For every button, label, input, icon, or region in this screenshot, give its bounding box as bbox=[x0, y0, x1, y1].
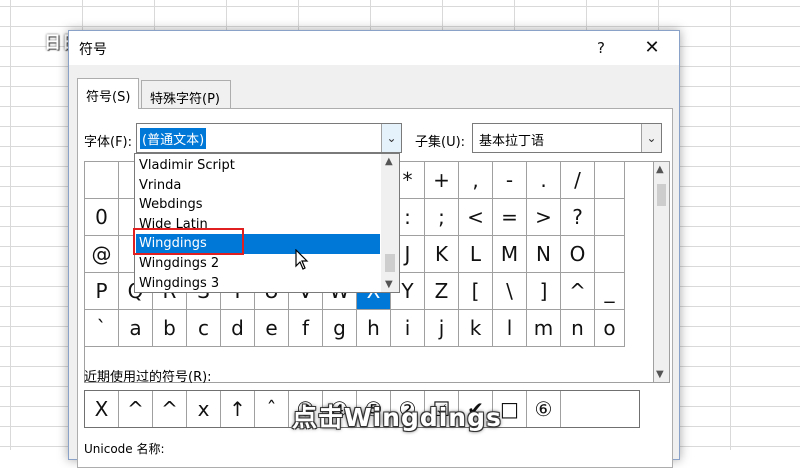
font-list-scrollbar[interactable]: ▲ ▼ bbox=[381, 154, 399, 292]
chevron-down-icon[interactable]: ⌄ bbox=[641, 124, 661, 152]
close-button[interactable]: ✕ bbox=[637, 35, 667, 61]
symbol-cell[interactable]: i bbox=[391, 310, 425, 347]
symbol-cell[interactable]: [ bbox=[459, 273, 493, 310]
symbol-cell[interactable]: P bbox=[85, 273, 119, 310]
symbol-cell[interactable]: N bbox=[527, 236, 561, 273]
symbol-cell[interactable]: ; bbox=[425, 199, 459, 236]
symbol-cell[interactable]: a bbox=[119, 310, 153, 347]
font-list-item[interactable]: Vladimir Script bbox=[136, 156, 380, 176]
dialog-titlebar: 符号 ? ✕ bbox=[69, 31, 679, 65]
symbol-cell[interactable]: ` bbox=[85, 310, 119, 347]
scroll-up-arrow-icon[interactable]: ▲ bbox=[656, 164, 664, 175]
symbol-cell[interactable]: @ bbox=[85, 236, 119, 273]
symbol-cell[interactable]: m bbox=[527, 310, 561, 347]
symbol-cell[interactable]: < bbox=[459, 199, 493, 236]
font-list-item[interactable]: Wide Latin bbox=[136, 215, 380, 235]
recent-symbol-cell[interactable]: ^ bbox=[119, 391, 153, 427]
recent-symbol-cell[interactable]: ^ bbox=[153, 391, 187, 427]
tab-symbols[interactable]: 符号(S) bbox=[77, 78, 139, 109]
symbol-cell[interactable] bbox=[595, 236, 625, 273]
tab-special-characters[interactable]: 特殊字符(P) bbox=[141, 80, 231, 108]
subset-label: 子集(U): bbox=[415, 135, 466, 150]
symbol-cell[interactable]: 0 bbox=[85, 199, 119, 236]
scroll-down-arrow-icon[interactable]: ▼ bbox=[385, 279, 393, 290]
symbol-cell[interactable]: h bbox=[357, 310, 391, 347]
symbol-cell[interactable]: g bbox=[323, 310, 357, 347]
symbol-cell[interactable] bbox=[595, 162, 625, 199]
recent-symbol-cell[interactable]: x bbox=[187, 391, 221, 427]
symbol-cell[interactable]: \ bbox=[493, 273, 527, 310]
symbol-cell[interactable] bbox=[85, 162, 119, 199]
symbol-cell[interactable]: d bbox=[221, 310, 255, 347]
symbol-cell[interactable]: M bbox=[493, 236, 527, 273]
dialog-title: 符号 bbox=[79, 42, 107, 58]
font-list-item[interactable]: Wingdings bbox=[136, 234, 380, 255]
font-combobox[interactable]: (普通文本) ⌄ bbox=[136, 123, 402, 153]
chevron-down-icon[interactable]: ⌄ bbox=[381, 124, 401, 152]
symbol-cell[interactable]: e bbox=[255, 310, 289, 347]
symbol-cell[interactable]: - bbox=[493, 162, 527, 199]
font-list-item[interactable]: Webdings bbox=[136, 195, 380, 215]
recent-symbol-cell[interactable]: ↑ bbox=[221, 391, 255, 427]
font-label: 字体(F): bbox=[84, 135, 133, 150]
symbol-cell[interactable]: b bbox=[153, 310, 187, 347]
symbol-cell[interactable]: n bbox=[561, 310, 595, 347]
scroll-thumb[interactable] bbox=[657, 184, 666, 206]
scroll-thumb[interactable] bbox=[385, 254, 395, 272]
font-combobox-value: (普通文本) bbox=[140, 128, 207, 149]
recent-symbol-cell[interactable]: X bbox=[85, 391, 119, 427]
symbol-cell[interactable]: ? bbox=[561, 199, 595, 236]
recent-symbol-cell[interactable]: ⑥ bbox=[527, 391, 561, 427]
font-list-item[interactable]: Wingdings 2 bbox=[136, 254, 380, 274]
recent-symbols-label: 近期使用过的符号(R): bbox=[84, 370, 212, 385]
symbol-grid-scrollbar[interactable]: ▲ ▼ bbox=[654, 161, 670, 383]
symbol-cell[interactable]: k bbox=[459, 310, 493, 347]
mouse-cursor-icon bbox=[295, 249, 309, 270]
symbol-cell[interactable]: c bbox=[187, 310, 221, 347]
symbol-cell[interactable]: + bbox=[425, 162, 459, 199]
unicode-name-label: Unicode 名称: bbox=[84, 442, 165, 456]
symbol-cell[interactable]: Z bbox=[425, 273, 459, 310]
symbol-cell[interactable]: o bbox=[595, 310, 625, 347]
font-list-item[interactable]: Vrinda bbox=[136, 176, 380, 196]
symbol-cell[interactable] bbox=[595, 199, 625, 236]
symbol-cell[interactable]: f bbox=[289, 310, 323, 347]
symbol-cell[interactable]: ] bbox=[527, 273, 561, 310]
symbol-cell[interactable]: > bbox=[527, 199, 561, 236]
symbol-cell[interactable]: _ bbox=[595, 273, 625, 310]
symbol-cell[interactable]: = bbox=[493, 199, 527, 236]
subset-combobox[interactable]: 基本拉丁语 ⌄ bbox=[472, 123, 662, 153]
recent-symbol-cell[interactable]: ˆ bbox=[255, 391, 289, 427]
help-button[interactable]: ? bbox=[589, 37, 613, 59]
symbol-cell[interactable]: / bbox=[561, 162, 595, 199]
symbol-cell[interactable]: L bbox=[459, 236, 493, 273]
font-list-item[interactable]: Wingdings 3 bbox=[136, 274, 380, 294]
font-dropdown-list: ▲ ▼ Vladimir Script Vrinda Webdings Wide La… bbox=[134, 153, 400, 293]
symbol-cell[interactable]: O bbox=[561, 236, 595, 273]
symbol-cell[interactable]: l bbox=[493, 310, 527, 347]
scroll-down-arrow-icon[interactable]: ▼ bbox=[656, 369, 664, 380]
video-caption: 点击Wingdings bbox=[292, 403, 502, 432]
symbol-cell[interactable]: ^ bbox=[561, 273, 595, 310]
symbol-cell[interactable]: j bbox=[425, 310, 459, 347]
symbol-cell[interactable]: K bbox=[425, 236, 459, 273]
symbol-cell[interactable]: . bbox=[527, 162, 561, 199]
symbol-cell[interactable]: , bbox=[459, 162, 493, 199]
subset-combobox-value: 基本拉丁语 bbox=[479, 134, 545, 149]
scroll-up-arrow-icon[interactable]: ▲ bbox=[385, 156, 393, 167]
